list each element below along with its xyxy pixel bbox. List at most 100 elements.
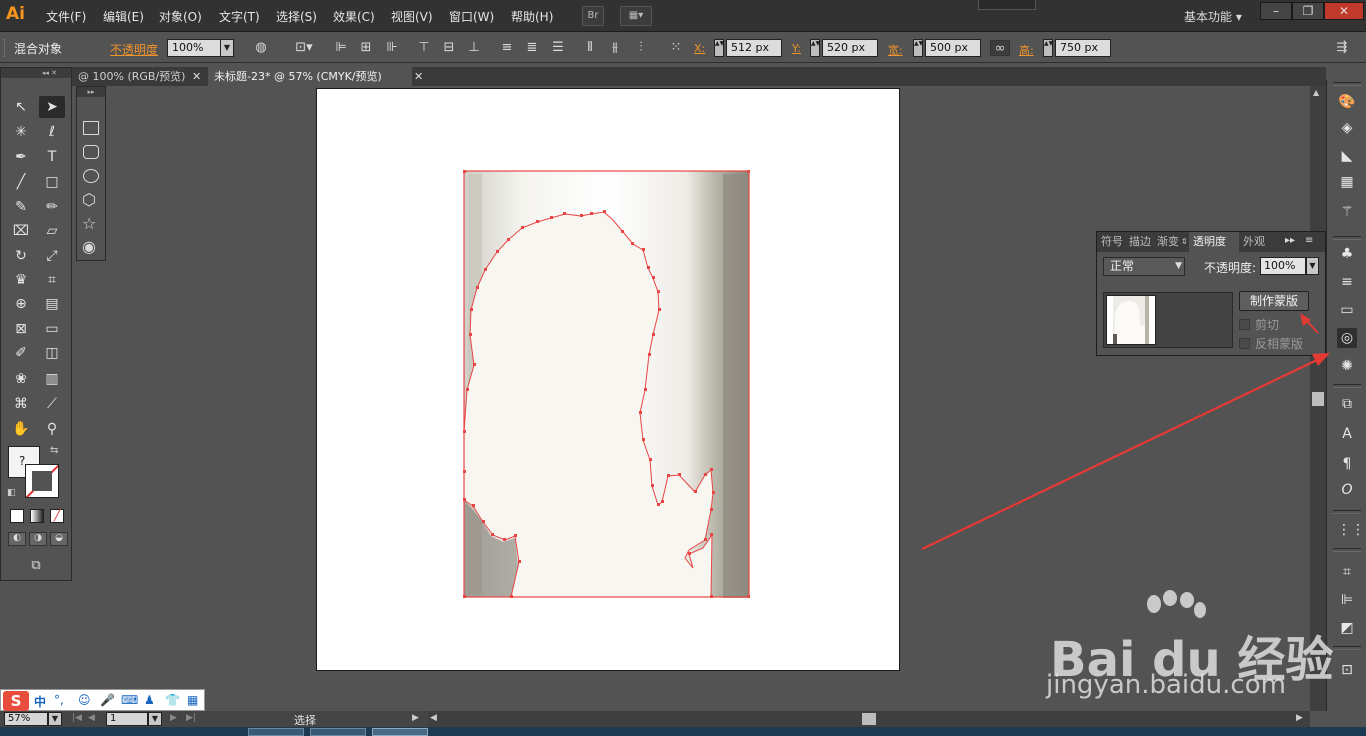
width-tool-icon[interactable]: ♛ [8,269,34,291]
blend-tool-icon[interactable]: ◫ [39,342,65,364]
free-transform-tool-icon[interactable]: ⌗ [39,269,65,291]
tab-switch-icon[interactable]: ⇕ [1181,237,1188,246]
align-objects-icon[interactable]: ⊫ [1337,590,1357,610]
y-spinner-icon[interactable]: ▲▼ [810,39,820,57]
close-button[interactable]: ✕ [1324,2,1364,20]
stroke-icon[interactable]: ≡ [1337,272,1357,292]
none-mode-icon[interactable]: ╱ [50,509,64,523]
flare-shape-icon[interactable]: ◉ [82,237,96,256]
swap-fill-stroke-icon[interactable]: ⇆ [50,445,58,456]
sogou-logo[interactable]: S [3,691,29,711]
gradient-tool-icon[interactable]: ▭ [39,318,65,340]
bridge-button[interactable]: Br [582,6,604,26]
tab-appearance[interactable]: 外观 [1239,232,1269,252]
more-tabs-icon[interactable]: ▸▸ [1285,235,1295,246]
toolbox-icon[interactable]: ▦ [187,693,198,707]
layers-icon[interactable]: ◈ [1337,118,1357,138]
color-mode-icon[interactable] [10,509,24,523]
height-spinner-icon[interactable]: ▲▼ [1043,39,1053,57]
paintbrush-tool-icon[interactable]: ✎ [8,196,34,218]
align-right-icon[interactable]: ⊪ [384,40,400,56]
distribute-left-icon[interactable]: ⫴ [582,40,598,56]
tools-panel-header[interactable]: ◂◂ ✕ [1,68,71,78]
links-icon[interactable]: ⚚ [1337,202,1357,222]
ime-mode-label[interactable]: 中 [34,693,46,710]
blend-mode-select[interactable]: 正常 ▼ [1103,257,1185,276]
zoom-tool-icon[interactable]: ⚲ [39,418,65,440]
ellipse-shape-icon[interactable] [83,169,99,183]
tab-1-close-icon[interactable]: ✕ [192,67,201,86]
last-page-icon[interactable]: ▶| [186,713,196,723]
default-fill-stroke-icon[interactable]: ◧ [7,488,17,498]
paragraph-icon[interactable]: ¶ [1337,454,1357,474]
reference-point-icon[interactable]: ⁙ [668,40,684,56]
x-spinner-icon[interactable]: ▲▼ [714,39,724,57]
prev-page-icon[interactable]: ◀ [88,713,95,723]
gradient-panel-icon[interactable]: ◣ [1337,146,1357,166]
user-icon[interactable]: ♟ [144,693,155,707]
draw-behind-icon[interactable]: ◑ [29,532,47,546]
pencil-tool-icon[interactable]: ✏ [39,196,65,218]
taskbar-app-1[interactable] [248,728,304,736]
distribute-hcenter-icon[interactable]: ⫵ [607,40,623,56]
vertical-scrollbar[interactable]: ▲ [1310,86,1326,711]
width-spinner-icon[interactable]: ▲▼ [913,39,923,57]
type-tool-icon[interactable]: T [39,146,65,168]
appearance-icon[interactable]: ✺ [1337,356,1357,376]
status-menu-icon[interactable]: ▶ [412,713,419,723]
menu-help[interactable]: 帮助(H) [511,8,553,25]
panel-menu-icon[interactable]: ≡ [1305,235,1313,246]
line-tool-icon[interactable]: ╱ [8,171,34,193]
tab-document-1[interactable]: @ 100% (RGB/预览) ✕ [72,67,208,86]
clipped-photo[interactable] [463,170,750,598]
artboards-icon[interactable]: ▦ [1337,172,1357,192]
opacity-dropdown-icon[interactable]: ▼ [220,39,234,57]
align-left-icon[interactable]: ⊫ [333,40,349,56]
invert-mask-checkbox[interactable] [1239,338,1250,349]
draw-inside-icon[interactable]: ◒ [50,532,68,546]
panel-opacity-input[interactable]: 100% [1260,257,1306,275]
artboard-tool-icon[interactable]: ⌘ [8,393,34,415]
taskbar-app-3[interactable] [372,728,428,736]
workspace-switcher[interactable]: 基本功能 ▾ [1184,8,1242,25]
opentype-icon[interactable]: O [1337,480,1357,500]
align-bottom-icon[interactable]: ⊥ [466,40,482,56]
menu-effect[interactable]: 效果(C) [333,8,375,25]
color-guide-icon[interactable]: 🎨 [1337,92,1357,112]
perspective-grid-tool-icon[interactable]: ▤ [39,293,65,315]
direct-selection-tool-icon[interactable]: ➤ [39,96,65,118]
selection-tool-icon[interactable]: ↖ [8,96,34,118]
width-input[interactable]: 500 px [925,39,981,57]
control-grip[interactable] [4,39,7,57]
character-icon[interactable]: A [1337,424,1357,444]
menu-object[interactable]: 对象(O) [159,8,202,25]
menu-type[interactable]: 文字(T) [219,8,260,25]
column-graph-tool-icon[interactable]: ▥ [39,368,65,390]
next-page-icon[interactable]: ▶ [170,713,177,723]
draw-normal-icon[interactable]: ◐ [8,532,26,546]
align-top-icon[interactable]: ⊤ [416,40,432,56]
x-input[interactable]: 512 px [726,39,782,57]
object-thumbnail[interactable] [1106,295,1156,345]
search-stock-field[interactable] [978,0,1036,10]
transform-icon[interactable]: ⧉ [1337,394,1357,414]
tab-symbols[interactable]: 符号 [1097,232,1125,252]
symbol-sprayer-tool-icon[interactable]: ❀ [8,368,34,390]
distribute-right-icon[interactable]: ⫶ [633,40,649,56]
emoji-icon[interactable]: ☺ [78,693,91,707]
symbols-icon[interactable]: ♣ [1337,244,1357,264]
opacity-link[interactable]: 不透明度 [110,41,158,58]
dock-grip[interactable] [1333,82,1361,86]
stroke-swatch[interactable] [25,464,59,498]
transform-panel-icon[interactable]: ⌗ [1337,562,1357,582]
eyedropper-tool-icon[interactable]: ✐ [8,342,34,364]
punctuation-icon[interactable]: °, [54,693,64,707]
menu-select[interactable]: 选择(S) [276,8,317,25]
page-dropdown-icon[interactable]: ▼ [148,712,162,726]
shape-flyout-header[interactable]: ▸▸ [77,87,105,97]
first-page-icon[interactable]: |◀ [72,713,82,723]
microphone-icon[interactable]: 🎤 [100,693,115,707]
image-trace-icon[interactable]: ⊡ [1337,660,1357,680]
screen-mode-icon[interactable]: ⧉ [24,558,48,574]
rotate-tool-icon[interactable]: ↻ [8,245,34,267]
